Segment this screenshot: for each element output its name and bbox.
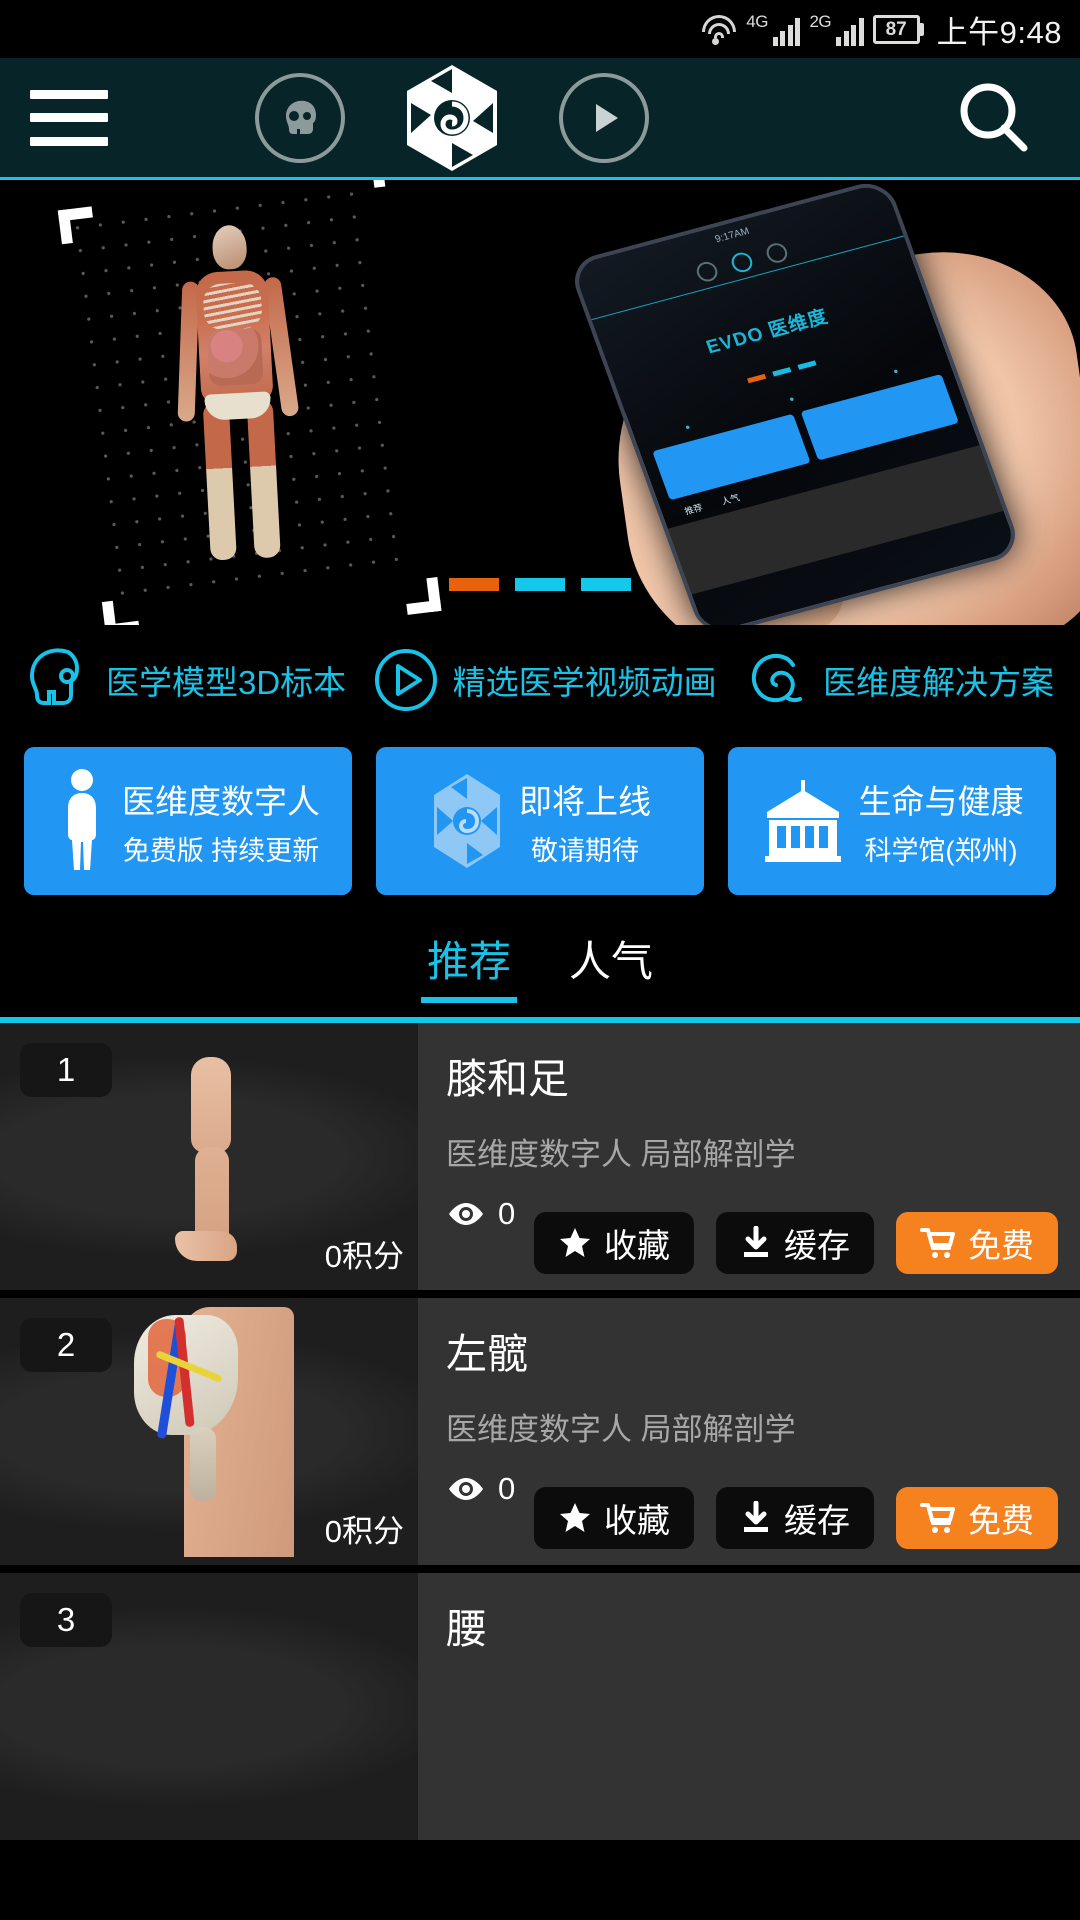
- status-bar: 4G 2G 87 上午9:48: [0, 0, 1080, 58]
- eye-icon: [449, 1203, 483, 1225]
- star-icon: [560, 1228, 590, 1257]
- search-icon[interactable]: [954, 78, 1034, 158]
- list-item-view-count: 0: [498, 1471, 516, 1506]
- device-time: 9:17AM: [713, 225, 751, 245]
- human-body-icon: [68, 769, 96, 870]
- free-buy-button-label: 免费: [968, 1227, 1034, 1264]
- network-label-2g: 2G: [809, 11, 832, 31]
- battery-icon: 87: [872, 14, 924, 44]
- favorite-button-label: 收藏: [604, 1227, 670, 1264]
- museum-building-icon: [764, 780, 841, 862]
- free-buy-button[interactable]: 免费: [896, 1487, 1058, 1549]
- swirl-icon: [751, 653, 802, 703]
- list-item-title: 膝和足: [446, 1056, 569, 1102]
- list-item-points: 0积分: [324, 1514, 404, 1549]
- feature-link-label: 医学模型3D标本: [106, 664, 347, 701]
- signal-4g: 4G: [746, 11, 801, 46]
- promo-card-line1: 医维度数字人: [122, 782, 320, 820]
- star-icon: [560, 1503, 590, 1532]
- list-item-thumbnail[interactable]: 2 0积分: [0, 1298, 418, 1565]
- list-item-points: 0积分: [324, 1239, 404, 1274]
- carousel-dot-1[interactable]: [449, 578, 499, 591]
- banner-grid-model: [57, 180, 442, 625]
- promo-card-line2: 免费版 持续更新: [122, 835, 320, 866]
- tab-recommended[interactable]: 推荐: [420, 928, 518, 1003]
- feature-links-row: 医学模型3D标本 精选医学视频动画 医维度解决方案: [0, 625, 1080, 735]
- feature-link-3d-models[interactable]: 医学模型3D标本: [26, 644, 346, 716]
- promo-card-line1: 生命与健康: [858, 782, 1024, 820]
- hamburger-menu-icon[interactable]: [30, 89, 108, 146]
- list-item-title: 腰: [446, 1606, 487, 1652]
- wifi-icon: [701, 13, 737, 45]
- promo-cards-row: 医维度数字人 免费版 持续更新 即将上线 敬请期待 生命与健康 科学馆(郑州): [0, 735, 1080, 913]
- content-tabs: 推荐 人气: [0, 913, 1080, 1023]
- battery-level: 87: [885, 18, 907, 40]
- device-play-icon: [763, 240, 790, 265]
- free-buy-button-label: 免费: [968, 1502, 1034, 1539]
- list-item-actions: 收藏 缓存 免费: [534, 1487, 1058, 1549]
- hero-banner[interactable]: 9:17AM EVDO 医维度 ● ● ● 推荐 人气: [0, 180, 1080, 625]
- device-logo-icon: [728, 249, 755, 274]
- promo-card-museum[interactable]: 生命与健康 科学馆(郑州): [728, 747, 1056, 895]
- signal-2g: 2G: [809, 11, 864, 46]
- banner-phone-photo: 9:17AM EVDO 医维度 ● ● ● 推荐 人气: [520, 180, 1080, 625]
- cart-icon: [920, 1503, 955, 1533]
- cache-button-label: 缓存: [784, 1227, 850, 1264]
- list-item-rank: 1: [20, 1043, 112, 1097]
- promo-card-line1: 即将上线: [519, 782, 651, 820]
- list-item-view-count: 0: [498, 1196, 516, 1231]
- carousel-dot-3[interactable]: [581, 578, 631, 591]
- carousel-dot-2[interactable]: [515, 578, 565, 591]
- evdo-hexagon-logo[interactable]: [401, 63, 503, 173]
- list-item-rank: 3: [20, 1593, 112, 1647]
- list-item-info: 腰: [418, 1573, 1080, 1840]
- list-item-thumbnail[interactable]: 1 0积分: [0, 1023, 418, 1290]
- skull-icon[interactable]: [255, 72, 345, 163]
- promo-card-line2: 敬请期待: [531, 835, 639, 866]
- cache-button[interactable]: 缓存: [716, 1487, 874, 1549]
- model-list: 1 0积分 膝和足 医维度数字人 局部解剖学 0 收藏 缓存 免费 2 0积分 …: [0, 1023, 1080, 1848]
- free-buy-button[interactable]: 免费: [896, 1212, 1058, 1274]
- list-item-subtitle: 医维度数字人 局部解剖学: [446, 1412, 796, 1447]
- list-item[interactable]: 2 0积分 左髋 医维度数字人 局部解剖学 0 收藏 缓存 免费: [0, 1298, 1080, 1573]
- list-item-subtitle: 医维度数字人 局部解剖学: [446, 1137, 796, 1172]
- feature-link-videos[interactable]: 精选医学视频动画: [373, 647, 717, 713]
- play-icon[interactable]: [559, 72, 649, 163]
- network-label-4g: 4G: [746, 11, 768, 31]
- favorite-button-label: 收藏: [604, 1502, 670, 1539]
- carousel-indicators[interactable]: [449, 578, 631, 591]
- promo-card-coming-soon[interactable]: 即将上线 敬请期待: [376, 747, 704, 895]
- hip-model-thumb: [104, 1306, 314, 1557]
- eye-icon: [449, 1478, 483, 1500]
- download-icon: [744, 1226, 768, 1257]
- download-icon: [744, 1501, 768, 1532]
- play-circle-icon: [374, 649, 437, 711]
- status-clock: 上午9:48: [936, 14, 1062, 50]
- list-item-title: 左髋: [446, 1331, 528, 1377]
- list-item-info: 膝和足 医维度数字人 局部解剖学 0 收藏 缓存 免费: [418, 1023, 1080, 1290]
- feature-link-label: 精选医学视频动画: [452, 664, 717, 701]
- cache-button-label: 缓存: [784, 1502, 850, 1539]
- list-item-info: 左髋 医维度数字人 局部解剖学 0 收藏 缓存 免费: [418, 1298, 1080, 1565]
- feature-link-label: 医维度解决方案: [823, 664, 1054, 701]
- list-item-thumbnail[interactable]: 3: [0, 1573, 418, 1840]
- app-header: [0, 58, 1080, 180]
- cache-button[interactable]: 缓存: [716, 1212, 874, 1274]
- list-item-actions: 收藏 缓存 免费: [534, 1212, 1058, 1274]
- feature-link-solutions[interactable]: 医维度解决方案: [743, 645, 1054, 715]
- device-skull-icon: [693, 259, 721, 284]
- favorite-button[interactable]: 收藏: [534, 1212, 694, 1274]
- cart-icon: [920, 1228, 955, 1258]
- list-item[interactable]: 1 0积分 膝和足 医维度数字人 局部解剖学 0 收藏 缓存 免费: [0, 1023, 1080, 1298]
- tab-popular[interactable]: 人气: [569, 928, 653, 1003]
- leg-model-thumb: [175, 1056, 241, 1261]
- anatomy-model-figure: [164, 222, 309, 561]
- promo-card-digital-human[interactable]: 医维度数字人 免费版 持续更新: [24, 747, 352, 895]
- skull-icon: [29, 648, 80, 705]
- hexagon-logo-icon: [434, 774, 500, 868]
- promo-card-line2: 科学馆(郑州): [864, 835, 1018, 866]
- list-item[interactable]: 3 腰: [0, 1573, 1080, 1848]
- list-item-rank: 2: [20, 1318, 112, 1372]
- favorite-button[interactable]: 收藏: [534, 1487, 694, 1549]
